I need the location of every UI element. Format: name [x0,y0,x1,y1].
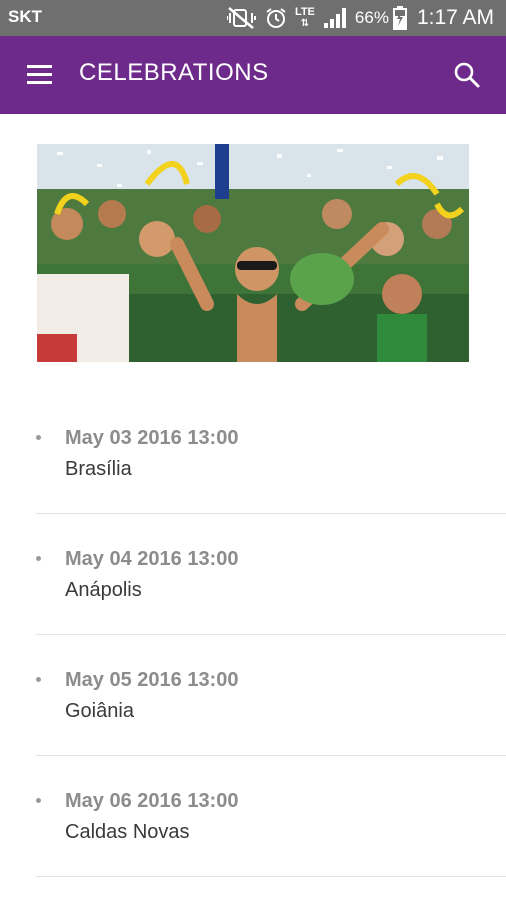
carrier-label: SKT [8,7,42,26]
event-date: May 04 2016 13:00 [65,548,239,570]
status-icons: LTE ⇅ 66% 1:17 AM [226,3,494,33]
alarm-icon [265,7,287,29]
list-item[interactable]: May 04 2016 13:00 Anápolis [0,514,506,635]
bullet-icon [36,435,41,440]
page-title: CELEBRATIONS [79,59,269,86]
event-list: May 03 2016 13:00 Brasília May 04 2016 1… [0,393,506,877]
event-city: Brasília [65,458,132,480]
bullet-icon [36,798,41,803]
list-item[interactable]: May 05 2016 13:00 Goiânia [0,635,506,756]
app-bar: CELEBRATIONS [0,36,506,114]
bullet-icon [36,556,41,561]
event-city: Caldas Novas [65,821,190,843]
lte-icon: LTE ⇅ [294,6,315,30]
event-date: May 06 2016 13:00 [65,790,239,812]
network-type-label: LTE [294,6,315,18]
event-date: May 03 2016 13:00 [65,427,239,449]
event-city: Goiânia [65,700,134,722]
hamburger-menu-icon[interactable] [24,62,54,88]
battery-charging-icon [392,6,407,30]
divider [36,876,506,877]
search-icon[interactable] [453,61,481,89]
event-date: May 05 2016 13:00 [65,669,239,691]
list-item[interactable]: May 03 2016 13:00 Brasília [0,393,506,514]
event-city: Anápolis [65,579,142,601]
bullet-icon [36,677,41,682]
signal-icon [323,7,347,29]
clock: 1:17 AM [416,6,494,29]
banner-image [37,144,469,362]
list-item[interactable]: May 06 2016 13:00 Caldas Novas [0,756,506,877]
mute-vibrate-icon [226,7,257,29]
data-arrows-icon: ⇅ [300,18,310,29]
status-bar: SKT LTE ⇅ 66% 1:17 AM [0,0,506,36]
battery-percent: 66% [354,8,389,27]
